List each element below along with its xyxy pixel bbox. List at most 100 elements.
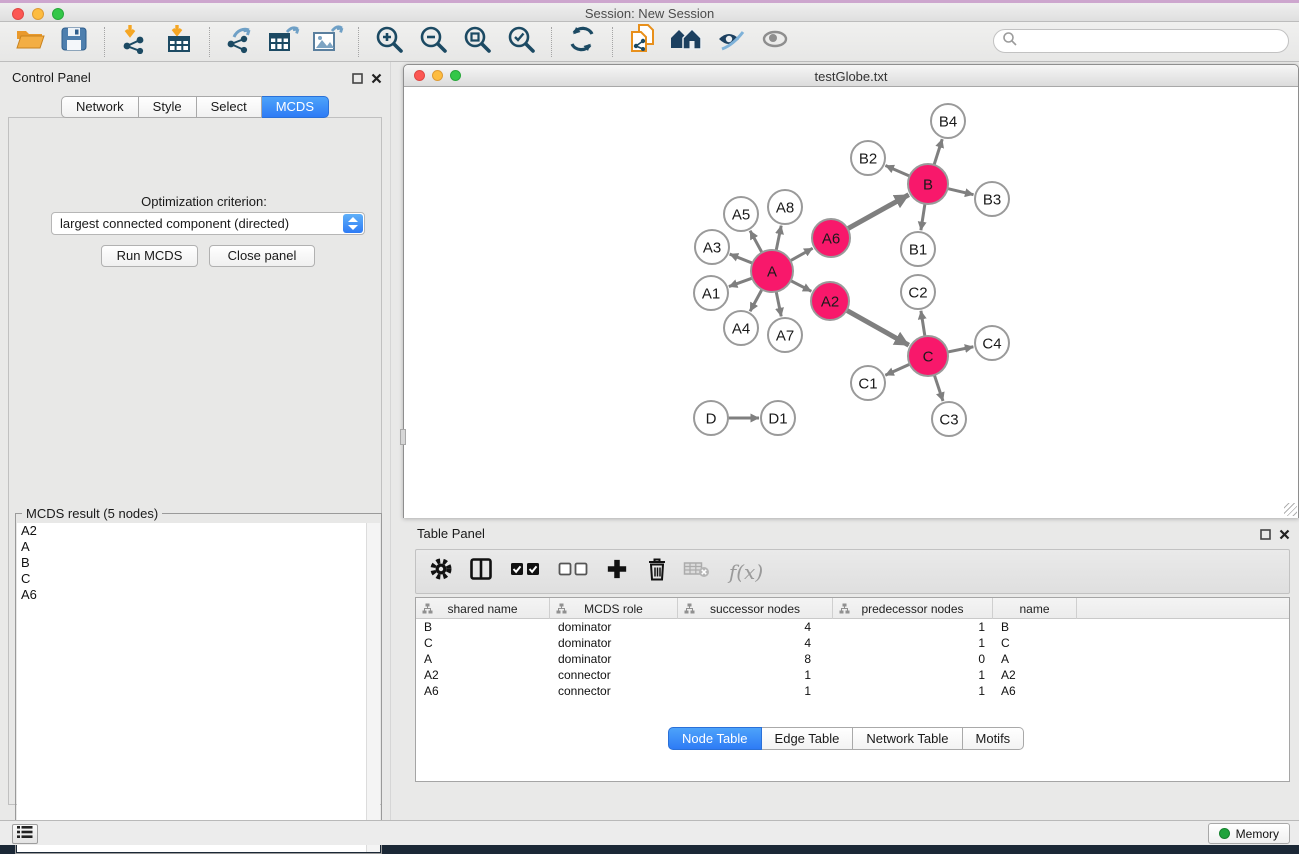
export-table-button[interactable] <box>262 26 306 58</box>
table-cell[interactable]: 1 <box>833 667 993 683</box>
table-cell[interactable]: A <box>993 651 1077 667</box>
table-cell[interactable]: 8 <box>678 651 833 667</box>
table-cell[interactable]: 1 <box>678 683 833 699</box>
zoom-in-button[interactable] <box>367 26 411 58</box>
table-cell[interactable]: B <box>993 619 1077 635</box>
network-graph[interactable]: AA1A2A3A4A5A6A7A8BB1B2B3B4CC1C2C3C4DD1 <box>404 87 1298 518</box>
table-cell[interactable]: 1 <box>833 683 993 699</box>
tab-style[interactable]: Style <box>139 96 197 118</box>
float-panel-icon[interactable] <box>352 71 363 89</box>
table-row[interactable]: Adominator80A <box>416 651 1289 667</box>
column-header-name[interactable]: name <box>993 598 1077 619</box>
table-cell[interactable]: B <box>416 619 550 635</box>
table-cell[interactable]: dominator <box>550 635 678 651</box>
table-row[interactable]: A6connector11A6 <box>416 683 1289 699</box>
table-cell[interactable]: 4 <box>678 619 833 635</box>
mcds-result-item[interactable]: A2 <box>17 523 366 539</box>
edge-A2-C[interactable] <box>837 305 909 346</box>
table-cell[interactable]: A6 <box>993 683 1077 699</box>
open-session-button[interactable] <box>8 26 52 58</box>
resize-corner-handle[interactable] <box>1284 503 1297 516</box>
table-row[interactable]: A2connector11A2 <box>416 667 1289 683</box>
delete-columns-button[interactable] <box>644 558 670 586</box>
column-header-successor-nodes[interactable]: successor nodes <box>678 598 833 619</box>
mcds-result-scrollbar[interactable] <box>366 523 380 852</box>
export-image-button[interactable] <box>306 26 350 58</box>
columns-icon <box>469 557 493 586</box>
tab-motifs[interactable]: Motifs <box>963 727 1025 750</box>
close-panel-icon[interactable] <box>371 71 382 89</box>
mcds-result-item[interactable]: A <box>17 539 366 555</box>
table-cell[interactable]: 0 <box>833 651 993 667</box>
table-cell[interactable]: C <box>416 635 550 651</box>
column-header-predecessor-nodes[interactable]: predecessor nodes <box>833 598 993 619</box>
table-cell[interactable]: A <box>416 651 550 667</box>
table-row[interactable]: Bdominator41B <box>416 619 1289 635</box>
tab-mcds[interactable]: MCDS <box>262 96 329 118</box>
table-cell[interactable]: 1 <box>678 667 833 683</box>
create-column-button[interactable] <box>604 558 630 586</box>
hide-selected-button[interactable] <box>709 26 753 58</box>
tab-edge-table[interactable]: Edge Table <box>762 727 854 750</box>
export-network-button[interactable] <box>218 26 262 58</box>
unselect-all-columns-button[interactable] <box>556 558 590 586</box>
mcds-result-title: MCDS result (5 nodes) <box>22 506 162 521</box>
table-cell[interactable]: A6 <box>416 683 550 699</box>
column-header-mcds-role[interactable]: MCDS role <box>550 598 678 619</box>
table-cell[interactable]: C <box>993 635 1077 651</box>
network-window-titlebar[interactable]: testGlobe.txt <box>404 65 1298 87</box>
table-cell[interactable]: dominator <box>550 651 678 667</box>
mcds-result-item[interactable]: A6 <box>17 587 366 603</box>
optimization-criterion-select[interactable]: largest connected component (directed) <box>51 212 365 235</box>
first-neighbors-button[interactable] <box>665 26 709 58</box>
select-all-columns-button[interactable] <box>508 558 542 586</box>
close-panel-icon[interactable] <box>1279 527 1290 545</box>
panel-splitter[interactable] <box>390 62 391 820</box>
tab-node-table[interactable]: Node Table <box>668 727 762 750</box>
table-cell[interactable]: 1 <box>833 635 993 651</box>
zoom-selected-button[interactable] <box>499 26 543 58</box>
app-window: Session: New Session <box>0 0 1299 845</box>
table-cell[interactable]: 1 <box>833 619 993 635</box>
refresh-button[interactable] <box>560 26 604 58</box>
splitter-grip[interactable] <box>400 429 406 445</box>
table-cell[interactable]: connector <box>550 667 678 683</box>
zoom-out-button[interactable] <box>411 26 455 58</box>
table-cell[interactable]: dominator <box>550 619 678 635</box>
node-label-A8: A8 <box>776 199 794 216</box>
table-cell[interactable]: A2 <box>993 667 1077 683</box>
table-row[interactable]: Cdominator41C <box>416 635 1289 651</box>
run-mcds-button[interactable]: Run MCDS <box>101 245 198 267</box>
table-cell[interactable]: A2 <box>416 667 550 683</box>
new-network-from-selection-button[interactable] <box>621 26 665 58</box>
mcds-result-item[interactable]: B <box>17 555 366 571</box>
search-input[interactable] <box>1018 31 1288 51</box>
tab-network-table[interactable]: Network Table <box>853 727 962 750</box>
table-options-button[interactable] <box>428 558 454 586</box>
zoom-fit-button[interactable] <box>455 26 499 58</box>
mcds-result-item[interactable]: C <box>17 571 366 587</box>
show-all-button[interactable] <box>753 26 797 58</box>
tab-network[interactable]: Network <box>61 96 139 118</box>
memory-button[interactable]: Memory <box>1208 823 1290 844</box>
table-cell[interactable]: 4 <box>678 635 833 651</box>
float-panel-icon[interactable] <box>1260 527 1271 545</box>
column-header-shared-name[interactable]: shared name <box>416 598 550 619</box>
mcds-result-list[interactable]: A2ABCA6 <box>17 523 366 852</box>
function-builder-button[interactable]: f(x) <box>724 558 768 586</box>
list-icon <box>17 825 33 844</box>
export-table-icon <box>267 24 301 59</box>
tab-select[interactable]: Select <box>197 96 262 118</box>
mcds-panel: Optimization criterion: largest connecte… <box>8 117 382 805</box>
show-column-button[interactable] <box>468 558 494 586</box>
delete-table-button[interactable] <box>684 558 710 586</box>
import-table-button[interactable] <box>157 26 201 58</box>
import-network-button[interactable] <box>113 26 157 58</box>
eye-slash-icon <box>715 25 747 58</box>
network-canvas[interactable]: AA1A2A3A4A5A6A7A8BB1B2B3B4CC1C2C3C4DD1 <box>404 87 1298 518</box>
task-history-button[interactable] <box>12 824 38 844</box>
save-session-button[interactable] <box>52 26 96 58</box>
close-panel-button[interactable]: Close panel <box>209 245 315 267</box>
search-box[interactable] <box>993 29 1289 53</box>
table-cell[interactable]: connector <box>550 683 678 699</box>
